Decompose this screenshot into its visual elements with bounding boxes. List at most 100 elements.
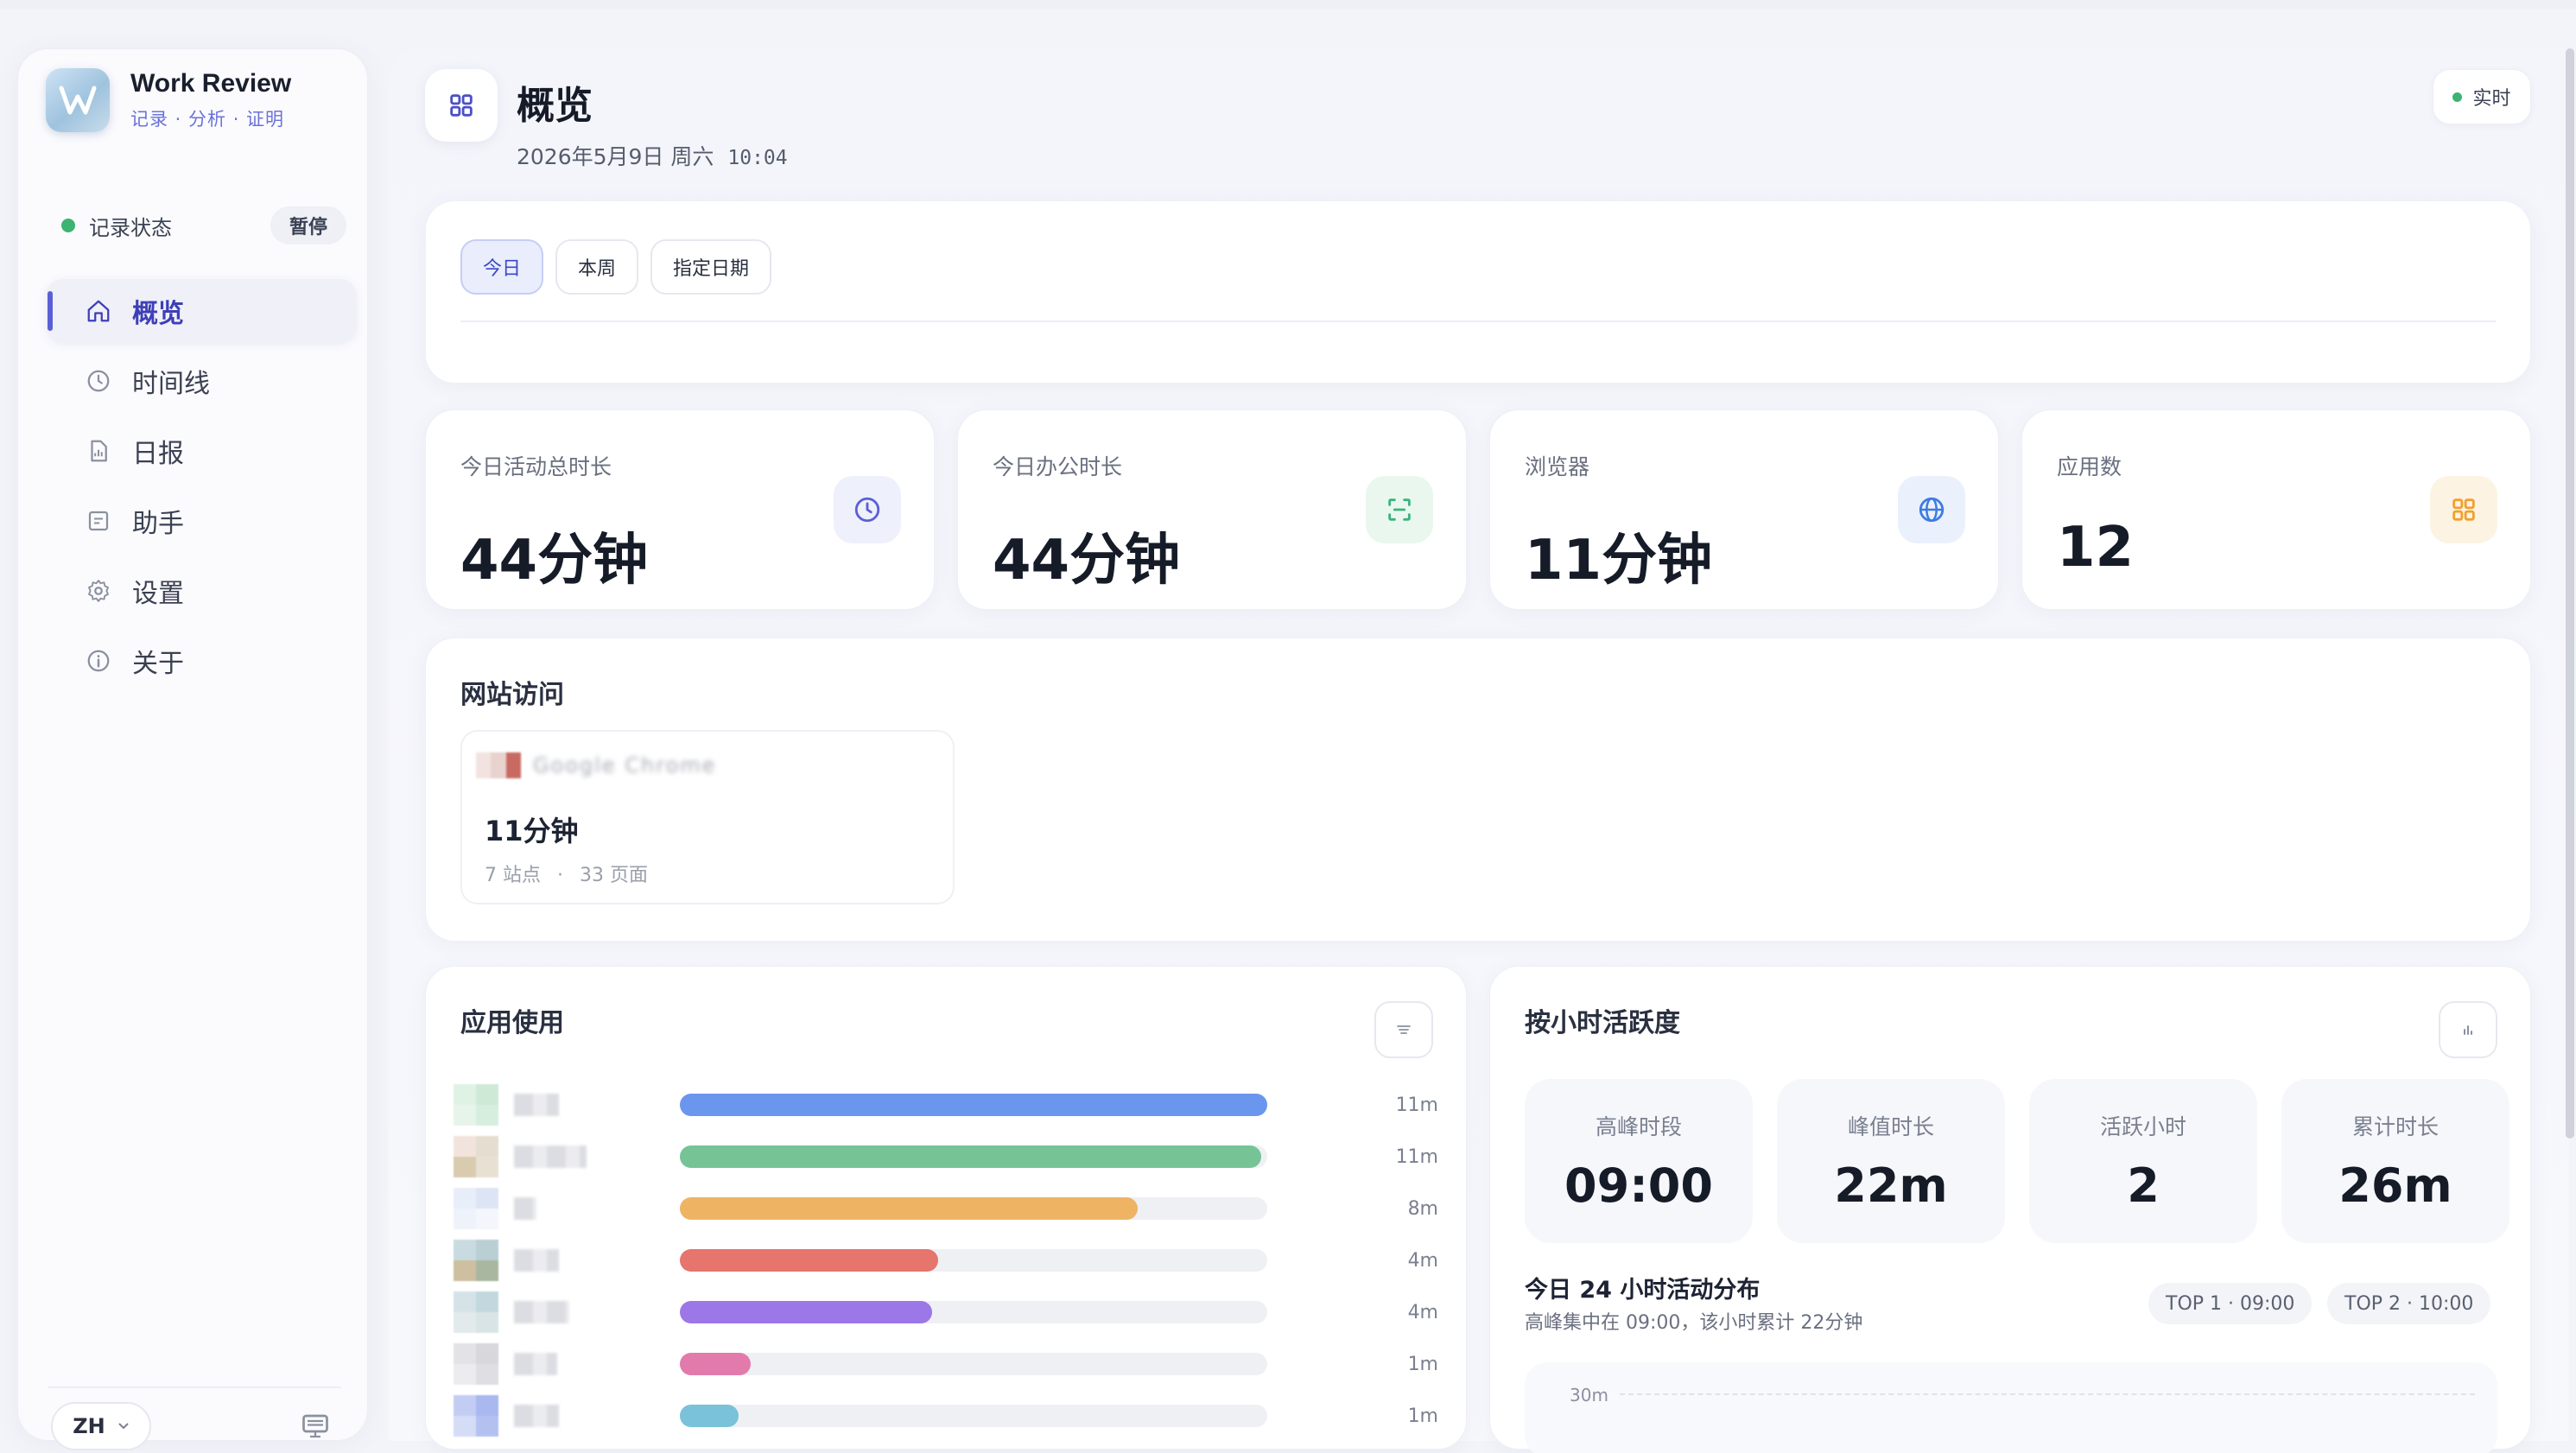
info-icon xyxy=(87,650,110,672)
kpi-value: 22m xyxy=(1834,1158,1948,1213)
usage-bar-fill xyxy=(680,1301,933,1323)
stat-value: 12 xyxy=(2057,516,2135,580)
distribution-subtitle: 高峰集中在 09:00，该小时累计 22分钟 xyxy=(1525,1312,1863,1334)
usage-duration: 11m xyxy=(1395,1094,1438,1116)
language-select[interactable]: ZH xyxy=(51,1402,151,1450)
sidebar-item-overview[interactable]: 概览 xyxy=(46,279,357,343)
hourly-kpis: 高峰时段 09:00 峰值时长 22m 活跃小时 2 累计时长 26m xyxy=(1525,1079,2509,1243)
range-tabs-card: 今日 本周 指定日期 xyxy=(425,200,2531,384)
stat-label: 今日办公时长 xyxy=(993,454,1123,479)
chevron-down-icon xyxy=(118,1423,129,1430)
tab-this-week[interactable]: 本周 xyxy=(555,239,639,295)
app-icon xyxy=(454,1084,498,1126)
app-name: Work Review xyxy=(130,69,292,98)
chart-toggle-button[interactable] xyxy=(2439,1001,2497,1058)
kpi-label: 高峰时段 xyxy=(1595,1114,1682,1139)
sidebar-item-label: 日报 xyxy=(132,439,184,469)
usage-bar-fill xyxy=(680,1197,1139,1220)
usage-duration: 11m xyxy=(1395,1145,1438,1168)
usage-duration: 4m xyxy=(1407,1301,1438,1323)
sidebar-item-daily-report[interactable]: 日报 xyxy=(46,419,357,483)
stat-label: 应用数 xyxy=(2057,454,2122,479)
app-usage-row[interactable]: 11m xyxy=(454,1079,1438,1131)
usage-bar-track xyxy=(680,1405,1267,1427)
app-logo xyxy=(46,68,110,132)
grid-icon xyxy=(2452,498,2475,521)
app-icon xyxy=(454,1343,498,1385)
kpi-label: 峰值时长 xyxy=(1847,1114,1934,1139)
overview-header-icon xyxy=(425,69,498,142)
kpi-label: 活跃小时 xyxy=(2099,1114,2186,1139)
app-usage-row[interactable]: 8m xyxy=(454,1183,1438,1234)
recording-status: 记录状态 暂停 xyxy=(61,206,346,244)
sidebar-item-label: 时间线 xyxy=(132,369,210,399)
app-name-redacted xyxy=(514,1094,559,1116)
section-title: 应用使用 xyxy=(460,1008,564,1038)
app-usage-row[interactable]: 11m xyxy=(454,1131,1438,1183)
time-text: 10:04 xyxy=(727,147,788,169)
monitor-icon[interactable] xyxy=(300,1411,331,1442)
sidebar-item-timeline[interactable]: 时间线 xyxy=(46,349,357,413)
usage-bar-track xyxy=(680,1353,1267,1375)
stat-value: 44分钟 xyxy=(993,529,1181,593)
report-icon xyxy=(91,440,107,462)
status-dot-icon xyxy=(61,219,75,232)
usage-duration: 1m xyxy=(1407,1353,1438,1375)
usage-bar-track xyxy=(680,1249,1267,1272)
globe-icon xyxy=(1919,497,1945,523)
realtime-indicator[interactable]: 实时 xyxy=(2433,69,2531,124)
scrollbar[interactable] xyxy=(2566,48,2574,1139)
app-usage-row[interactable]: 4m xyxy=(454,1286,1438,1338)
stat-label: 浏览器 xyxy=(1525,454,1590,479)
sidebar-nav: 概览 时间线 日报 助手 设置 关于 xyxy=(46,279,357,699)
app-icon xyxy=(454,1188,498,1229)
usage-bar-fill xyxy=(680,1145,1262,1168)
browser-header: Google Chrome xyxy=(476,752,716,778)
browser-meta: 7 站点 · 33 页面 xyxy=(485,860,648,887)
stat-icon-wrap xyxy=(834,476,901,543)
pause-button[interactable]: 暂停 xyxy=(270,206,346,244)
clock-icon xyxy=(87,370,110,392)
hourly-distribution-chart: 30m xyxy=(1525,1362,2497,1453)
app-name-redacted xyxy=(514,1301,569,1323)
section-title: 按小时活跃度 xyxy=(1525,1008,1680,1038)
app-icon xyxy=(454,1240,498,1281)
tab-custom-date[interactable]: 指定日期 xyxy=(650,239,772,295)
sidebar-item-label: 设置 xyxy=(132,579,184,609)
app-icon xyxy=(454,1395,498,1437)
y-tick-label: 30m xyxy=(1570,1385,1608,1405)
app-name-redacted xyxy=(514,1405,559,1427)
tab-today[interactable]: 今日 xyxy=(460,239,544,295)
sidebar-item-settings[interactable]: 设置 xyxy=(46,559,357,623)
app-usage-row[interactable]: 4m xyxy=(454,1234,1438,1286)
app-name-redacted xyxy=(514,1145,587,1168)
section-title: 网站访问 xyxy=(460,680,564,710)
kpi-total-duration: 累计时长 26m xyxy=(2281,1079,2509,1243)
language-value: ZH xyxy=(73,1414,105,1438)
sidebar-item-assistant[interactable]: 助手 xyxy=(46,489,357,553)
usage-bar-track xyxy=(680,1145,1267,1168)
usage-bar-fill xyxy=(680,1249,939,1272)
sort-toggle-button[interactable] xyxy=(1374,1001,1433,1058)
kpi-active-hours: 活跃小时 2 xyxy=(2029,1079,2257,1243)
home-icon xyxy=(87,300,110,322)
app-name-redacted xyxy=(514,1353,557,1375)
browser-site-card[interactable]: Google Chrome 11分钟 7 站点 · 33 页面 xyxy=(460,730,955,904)
brand: Work Review 记录 · 分析 · 证明 xyxy=(46,68,291,132)
app-icon xyxy=(454,1136,498,1177)
browser-name: Google Chrome xyxy=(533,753,717,777)
page-date: 2026年5月9日 周六 10:04 xyxy=(517,140,788,171)
app-usage-row[interactable]: 1m xyxy=(454,1390,1438,1442)
kpi-value: 2 xyxy=(2127,1158,2160,1213)
stat-card-app-count: 应用数 12 xyxy=(2021,409,2531,610)
stat-label: 今日活动总时长 xyxy=(460,454,612,479)
grid-line xyxy=(1620,1393,2475,1395)
sidebar-item-about[interactable]: 关于 xyxy=(46,629,357,693)
kpi-label: 累计时长 xyxy=(2351,1114,2439,1139)
kpi-value: 09:00 xyxy=(1564,1158,1713,1213)
app-usage-list: 11m 11m 8m 4m 4m 1m 1m xyxy=(454,1079,1438,1442)
app-usage-row[interactable]: 1m xyxy=(454,1338,1438,1390)
sidebar-item-label: 关于 xyxy=(132,649,184,679)
sidebar-item-label: 概览 xyxy=(132,299,184,329)
distribution-title: 今日 24 小时活动分布 xyxy=(1525,1277,1761,1304)
